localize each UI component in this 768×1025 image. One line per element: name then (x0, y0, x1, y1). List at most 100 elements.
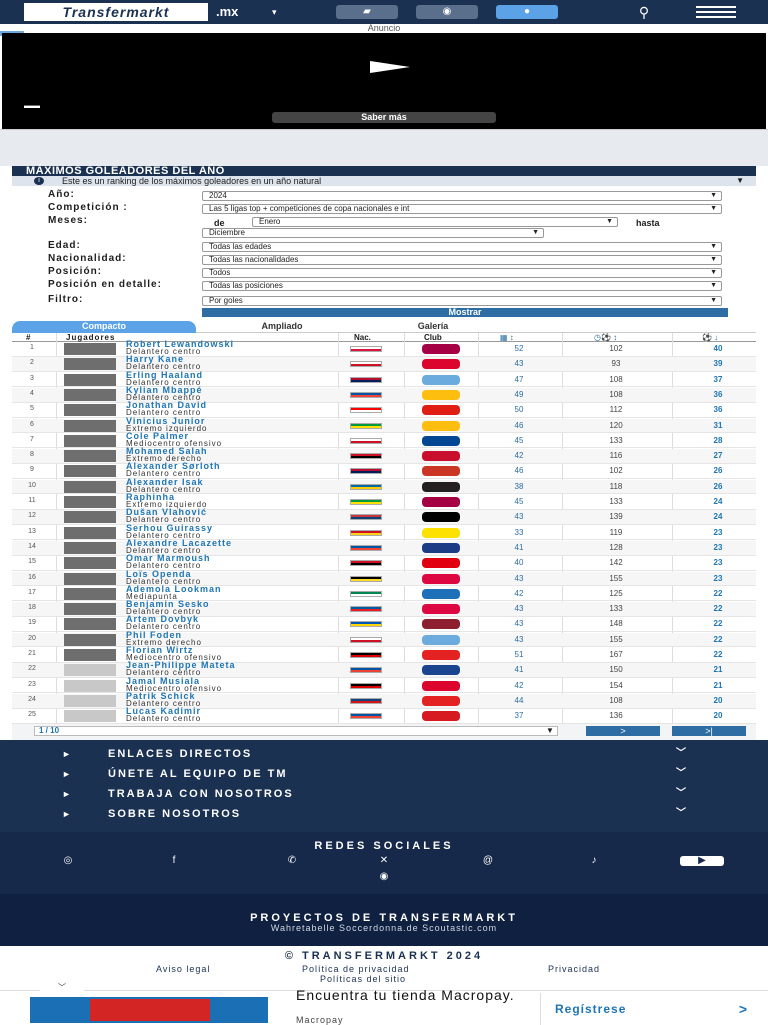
goals[interactable]: 20 (702, 711, 734, 720)
appearances[interactable]: 51 (504, 650, 534, 659)
club-crest-icon[interactable] (422, 680, 460, 691)
domain-selector[interactable]: .mx (216, 4, 238, 19)
appearances[interactable]: 40 (504, 558, 534, 567)
page-select[interactable]: 1 / 10 (34, 726, 558, 736)
chevron-down-icon[interactable]: ▼ (736, 176, 744, 186)
appearances[interactable]: 45 (504, 436, 534, 445)
chevron-down-icon[interactable]: ▼ (546, 726, 554, 735)
goals[interactable]: 23 (702, 574, 734, 583)
appearances[interactable]: 42 (504, 451, 534, 460)
goals[interactable]: 20 (702, 696, 734, 705)
footer-item-trabaja[interactable]: ► TRABAJA CON NOSOTROS ﹀ (60, 784, 696, 804)
goals[interactable]: 21 (702, 681, 734, 690)
filter-select[interactable]: Por goles ▼ (202, 296, 722, 306)
projects-links[interactable]: Wahretabelle Soccerdonna.de Scoutastic.c… (0, 923, 768, 933)
month-to-select[interactable]: Diciembre ▼ (202, 228, 544, 238)
site-policies-link[interactable]: Políticas del sitio (320, 974, 406, 984)
appearances[interactable]: 41 (504, 543, 534, 552)
tab-galeria[interactable]: Galería (368, 321, 498, 333)
tab-compacto[interactable]: Compacto (12, 321, 196, 333)
goals[interactable]: 22 (702, 619, 734, 628)
goals[interactable]: 23 (702, 558, 734, 567)
rss-icon[interactable]: ◉ (366, 872, 402, 882)
transfermarkt-logo[interactable]: Transfermarkt (24, 3, 208, 21)
next-page-button[interactable]: > (586, 726, 660, 736)
appearances[interactable]: 42 (504, 589, 534, 598)
player-photo[interactable] (64, 404, 116, 417)
appearances[interactable]: 33 (504, 528, 534, 537)
appearances[interactable]: 44 (504, 696, 534, 705)
hamburger-menu-icon[interactable] (696, 6, 736, 18)
tiktok-icon[interactable]: ♪ (576, 856, 612, 866)
player-photo[interactable] (64, 343, 116, 355)
player-photo[interactable] (64, 618, 116, 631)
appearances[interactable]: 43 (504, 359, 534, 368)
club-crest-icon[interactable] (422, 650, 460, 660)
club-crest-icon[interactable] (422, 695, 460, 706)
goals[interactable]: 22 (702, 589, 734, 598)
club-crest-icon[interactable] (422, 619, 460, 630)
month-from-select[interactable]: Enero ▼ (252, 217, 618, 227)
tab-ampliado[interactable]: Ampliado (196, 321, 368, 333)
club-crest-icon[interactable] (422, 359, 460, 370)
club-crest-icon[interactable] (422, 435, 460, 446)
appearances[interactable]: 47 (504, 375, 534, 384)
goals[interactable]: 24 (702, 497, 734, 506)
player-photo[interactable] (64, 664, 116, 677)
club-crest-icon[interactable] (422, 481, 460, 492)
player-photo[interactable] (64, 587, 116, 600)
user-icon[interactable]: ● (496, 5, 558, 19)
chevron-down-icon[interactable]: ▾ (272, 7, 277, 18)
player-photo[interactable] (64, 603, 116, 616)
club-crest-icon[interactable] (422, 604, 460, 615)
appearances[interactable]: 52 (504, 344, 534, 353)
player-photo[interactable] (64, 633, 116, 646)
club-crest-icon[interactable] (422, 634, 460, 645)
ad-image[interactable] (30, 997, 268, 1023)
bookmark-icon[interactable]: ▰ (336, 5, 398, 19)
footer-item-unete[interactable]: ► ÚNETE AL EQUIPO DE TM ﹀ (60, 764, 696, 784)
goals[interactable]: 27 (702, 451, 734, 460)
whatsapp-icon[interactable]: ✆ (274, 856, 310, 866)
ad-title[interactable]: Encuentra tu tienda Macropay. (296, 988, 526, 1002)
saber-mas-button[interactable]: Saber más (272, 112, 496, 123)
player-photo[interactable] (64, 465, 116, 478)
goals[interactable]: 37 (702, 375, 734, 384)
club-crest-icon[interactable] (422, 512, 460, 523)
appearances[interactable]: 38 (504, 482, 534, 491)
legal-link[interactable]: Aviso legal (156, 964, 210, 974)
player-photo[interactable] (64, 388, 116, 401)
player-photo[interactable] (64, 373, 116, 386)
play-icon[interactable] (370, 61, 410, 73)
goals[interactable]: 23 (702, 528, 734, 537)
appearances[interactable]: 43 (504, 619, 534, 628)
search-icon[interactable]: ⚲ (624, 4, 664, 20)
club-crest-icon[interactable] (422, 711, 460, 722)
info-bar[interactable]: i Este es un ranking de los máximos gole… (12, 176, 756, 186)
col-players[interactable]: Jugadores (66, 333, 115, 342)
youtube-icon[interactable]: ▶ (680, 856, 724, 866)
club-crest-icon[interactable] (422, 497, 460, 507)
appearances[interactable]: 37 (504, 711, 534, 720)
appearances-icon[interactable]: ▦ ↕ (500, 333, 514, 342)
player-photo[interactable] (64, 434, 116, 447)
last-page-button[interactable]: >| (672, 726, 746, 736)
player-photo[interactable] (64, 694, 116, 707)
goals[interactable]: 24 (702, 512, 734, 521)
club-crest-icon[interactable] (422, 573, 460, 584)
club-crest-icon[interactable] (422, 374, 460, 385)
club-crest-icon[interactable] (422, 405, 460, 416)
threads-icon[interactable]: @ (470, 856, 506, 866)
competition-select[interactable]: Las 5 ligas top + competiciones de copa … (202, 204, 722, 214)
appearances[interactable]: 46 (504, 421, 534, 430)
club-crest-icon[interactable] (422, 344, 460, 354)
goals-icon[interactable]: ⚽ ↓ (702, 333, 718, 342)
goals[interactable]: 22 (702, 635, 734, 644)
goals[interactable]: 26 (702, 482, 734, 491)
appearances[interactable]: 50 (504, 405, 534, 414)
player-photo[interactable] (64, 511, 116, 524)
appearances[interactable]: 43 (504, 512, 534, 521)
register-button[interactable]: Regístrese > (540, 993, 768, 1025)
club-crest-icon[interactable] (422, 558, 460, 569)
bottom-ad[interactable]: ﹀ Encuentra tu tienda Macropay. Macropay… (0, 983, 768, 1025)
